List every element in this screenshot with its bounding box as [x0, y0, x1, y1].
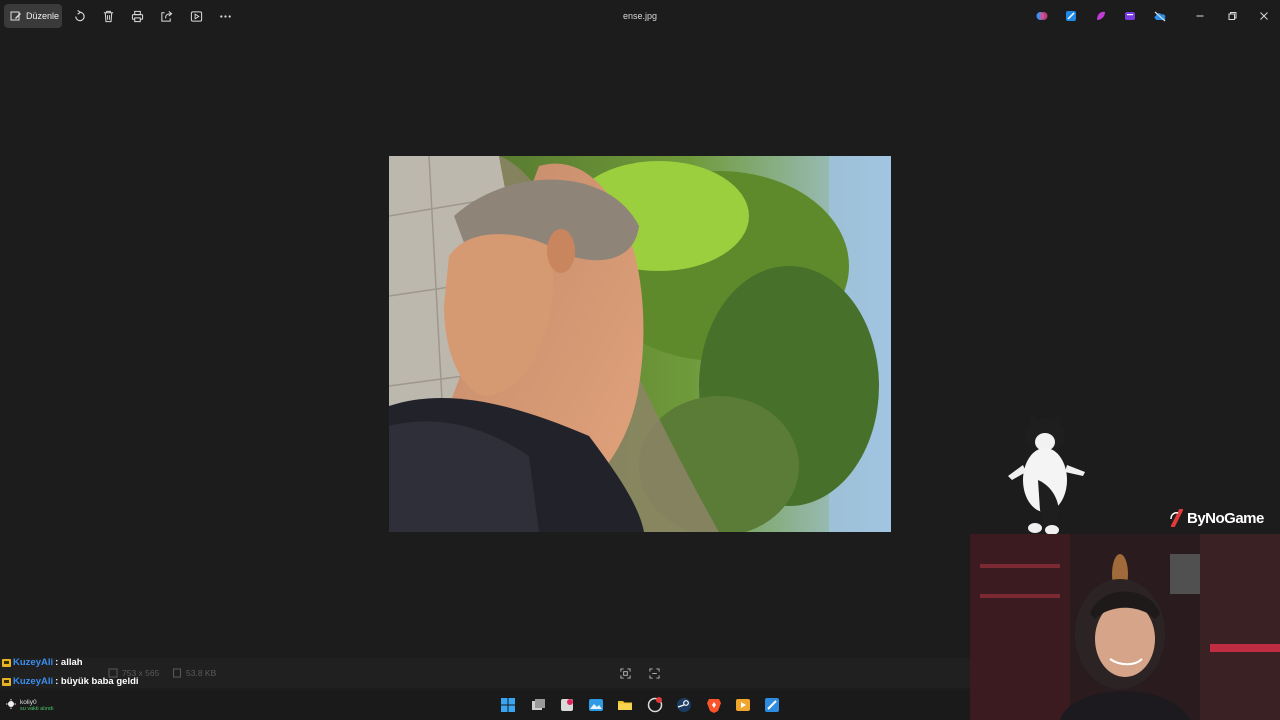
print-icon	[131, 10, 143, 22]
browser-app-icon[interactable]	[646, 696, 664, 714]
file-size-info: 53.8 KB	[172, 668, 216, 678]
actual-size-icon	[648, 667, 660, 679]
onedrive-icon[interactable]	[1153, 10, 1167, 22]
chat-text: : büyük baba geldi	[55, 676, 139, 687]
taskbar	[0, 690, 970, 720]
file-size-icon	[173, 668, 181, 678]
minimize-icon	[1196, 15, 1204, 17]
subscriber-badge-icon	[2, 677, 11, 686]
slideshow-icon	[190, 10, 202, 22]
media-player-icon[interactable]	[734, 696, 752, 714]
start-menu-icon[interactable]	[499, 696, 517, 714]
dancing-cat-overlay	[1008, 412, 1085, 535]
weather-status: su vakti alındı	[20, 706, 54, 712]
displayed-photo[interactable]	[389, 156, 891, 532]
brave-icon[interactable]	[705, 696, 723, 714]
file-name-title: ense.jpg	[622, 11, 658, 21]
photos-icon[interactable]	[587, 696, 605, 714]
minimize-button[interactable]	[1193, 9, 1207, 23]
chat-username: KuzeyAli	[13, 676, 54, 687]
close-button[interactable]	[1257, 9, 1271, 23]
paint-app-icon[interactable]	[763, 696, 781, 714]
subscriber-badge-icon	[2, 658, 11, 667]
print-button[interactable]	[129, 8, 145, 24]
rotate-button[interactable]	[71, 8, 87, 24]
fit-icon	[619, 667, 631, 679]
weather-widget[interactable]: koliy0 su vakti alındı	[6, 699, 54, 712]
snipping-tool-icon[interactable]	[558, 696, 576, 714]
more-icon	[219, 14, 231, 18]
share-icon	[160, 10, 172, 22]
bynogame-logo-icon	[1170, 509, 1183, 527]
chat-text: : allah	[55, 657, 83, 668]
maximize-button[interactable]	[1225, 9, 1239, 23]
more-button[interactable]	[217, 8, 233, 24]
edit-button[interactable]: Düzenle	[4, 4, 62, 28]
bynogame-logo: ByNoGame	[1169, 509, 1264, 527]
file-size-text: 53.8 KB	[186, 668, 217, 678]
paint-icon[interactable]	[1095, 10, 1107, 22]
photo-viewer-toolbar: Düzenle ense.jpg	[0, 0, 1280, 32]
weather-location: koliy0	[20, 699, 37, 706]
edit-label: Düzenle	[26, 11, 60, 21]
actual-size-button[interactable]	[646, 665, 662, 681]
weather-icon	[6, 699, 16, 709]
edit-icon	[10, 11, 21, 21]
task-view-icon[interactable]	[529, 696, 547, 714]
slideshow-button[interactable]	[188, 8, 204, 24]
chat-message: KuzeyAli : allah	[2, 657, 83, 668]
restore-icon	[1228, 12, 1237, 20]
steam-icon[interactable]	[675, 696, 693, 714]
rotate-icon	[74, 9, 85, 21]
brand-text: ByNoGame	[1187, 509, 1264, 527]
copilot-icon[interactable]	[1036, 10, 1048, 22]
streamer-webcam	[970, 534, 1280, 720]
delete-button[interactable]	[100, 8, 116, 24]
file-explorer-icon[interactable]	[616, 696, 634, 714]
designer-icon[interactable]	[1065, 10, 1077, 22]
share-button[interactable]	[158, 8, 174, 24]
close-icon	[1260, 12, 1268, 20]
fit-to-window-button[interactable]	[617, 665, 633, 681]
chat-message: KuzeyAli : büyük baba geldi	[2, 676, 139, 687]
clipchamp-icon[interactable]	[1124, 10, 1136, 22]
trash-icon	[103, 10, 113, 22]
chat-username: KuzeyAli	[13, 657, 54, 668]
